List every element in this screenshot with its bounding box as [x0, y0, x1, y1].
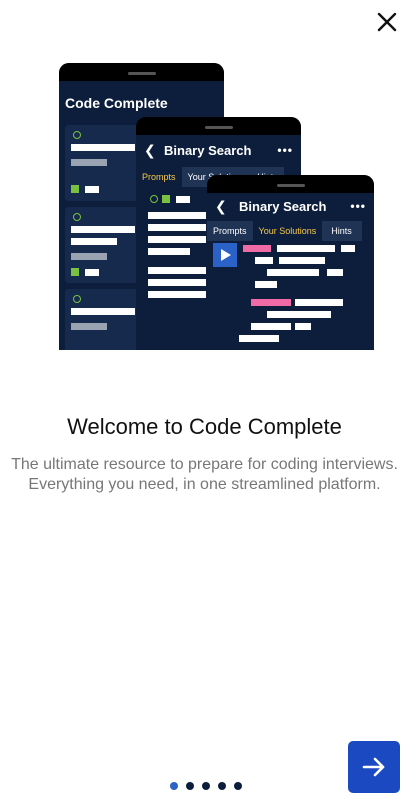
close-icon — [377, 12, 397, 32]
code-content — [207, 241, 374, 350]
code-token — [295, 299, 343, 306]
code-token — [279, 257, 325, 264]
page-dot-2[interactable] — [186, 782, 194, 790]
page-dot-1[interactable] — [170, 782, 178, 790]
placeholder-line — [71, 226, 135, 233]
placeholder-line — [71, 323, 107, 330]
tab-hints: Hints — [322, 221, 362, 241]
close-button[interactable] — [373, 8, 401, 36]
play-icon — [213, 243, 237, 267]
placeholder-line — [71, 238, 117, 245]
phone-app-title: Code Complete — [65, 95, 168, 111]
onboarding-title: Welcome to Code Complete — [67, 414, 342, 439]
code-token — [267, 269, 319, 276]
code-token — [277, 245, 335, 252]
page-dot-5[interactable] — [234, 782, 242, 790]
phone-nav-bar: ❮ Binary Search ••• — [136, 139, 301, 161]
tab-prompts: Prompts — [136, 167, 182, 187]
phone-notch — [59, 63, 224, 81]
code-token — [255, 257, 273, 264]
phone-screen-title: Binary Search — [239, 198, 327, 214]
code-token — [251, 299, 291, 306]
status-ring-icon — [73, 295, 81, 303]
placeholder-line — [148, 224, 206, 231]
chevron-left-icon: ❮ — [215, 197, 227, 214]
code-token — [251, 323, 291, 330]
phone-mock-solutions: ❮ Binary Search ••• Prompts Your Solutio… — [207, 175, 374, 350]
placeholder-line — [148, 248, 190, 255]
code-token — [255, 281, 277, 288]
placeholder-line — [71, 308, 135, 315]
placeholder-line — [85, 186, 99, 193]
status-ring-icon — [73, 131, 81, 139]
green-square-icon — [71, 268, 79, 276]
onboarding-description: The ultimate resource to prepare for cod… — [11, 456, 398, 493]
phone-nav-bar: ❮ Binary Search ••• — [207, 195, 374, 217]
tab-your-solutions: Your Solutions — [252, 221, 323, 241]
placeholder-line — [148, 291, 206, 298]
placeholder-line — [148, 236, 206, 243]
code-token — [295, 323, 311, 330]
code-token — [243, 245, 271, 252]
placeholder-line — [85, 269, 99, 276]
page-indicator — [170, 782, 242, 790]
phone-tabs: Prompts Your Solutions Hints — [207, 221, 374, 241]
more-icon: ••• — [350, 199, 366, 213]
code-token — [267, 311, 331, 318]
placeholder-line — [71, 253, 107, 260]
placeholder-line — [71, 144, 135, 151]
status-ring-icon — [73, 213, 81, 221]
hero-illustration: Code Complete ❮ Binary Search ••• Prompt… — [58, 62, 374, 350]
phone-notch — [136, 117, 301, 135]
code-token — [341, 245, 355, 252]
green-square-icon — [71, 185, 79, 193]
placeholder-line — [148, 212, 206, 219]
arrow-right-icon — [362, 757, 385, 777]
more-icon: ••• — [277, 143, 293, 157]
placeholder-line — [176, 196, 190, 203]
page-dot-3[interactable] — [202, 782, 210, 790]
green-square-icon — [162, 195, 170, 203]
placeholder-line — [148, 279, 206, 286]
phone-notch — [207, 175, 374, 193]
phone-screen-title: Binary Search — [164, 142, 252, 158]
page-dot-4[interactable] — [218, 782, 226, 790]
placeholder-line — [71, 159, 107, 166]
next-button[interactable] — [348, 741, 400, 793]
code-token — [239, 335, 279, 342]
chevron-left-icon: ❮ — [144, 141, 156, 158]
code-token — [327, 269, 343, 276]
status-ring-icon — [150, 195, 158, 203]
placeholder-line — [148, 267, 206, 274]
tab-prompts: Prompts — [207, 221, 253, 241]
